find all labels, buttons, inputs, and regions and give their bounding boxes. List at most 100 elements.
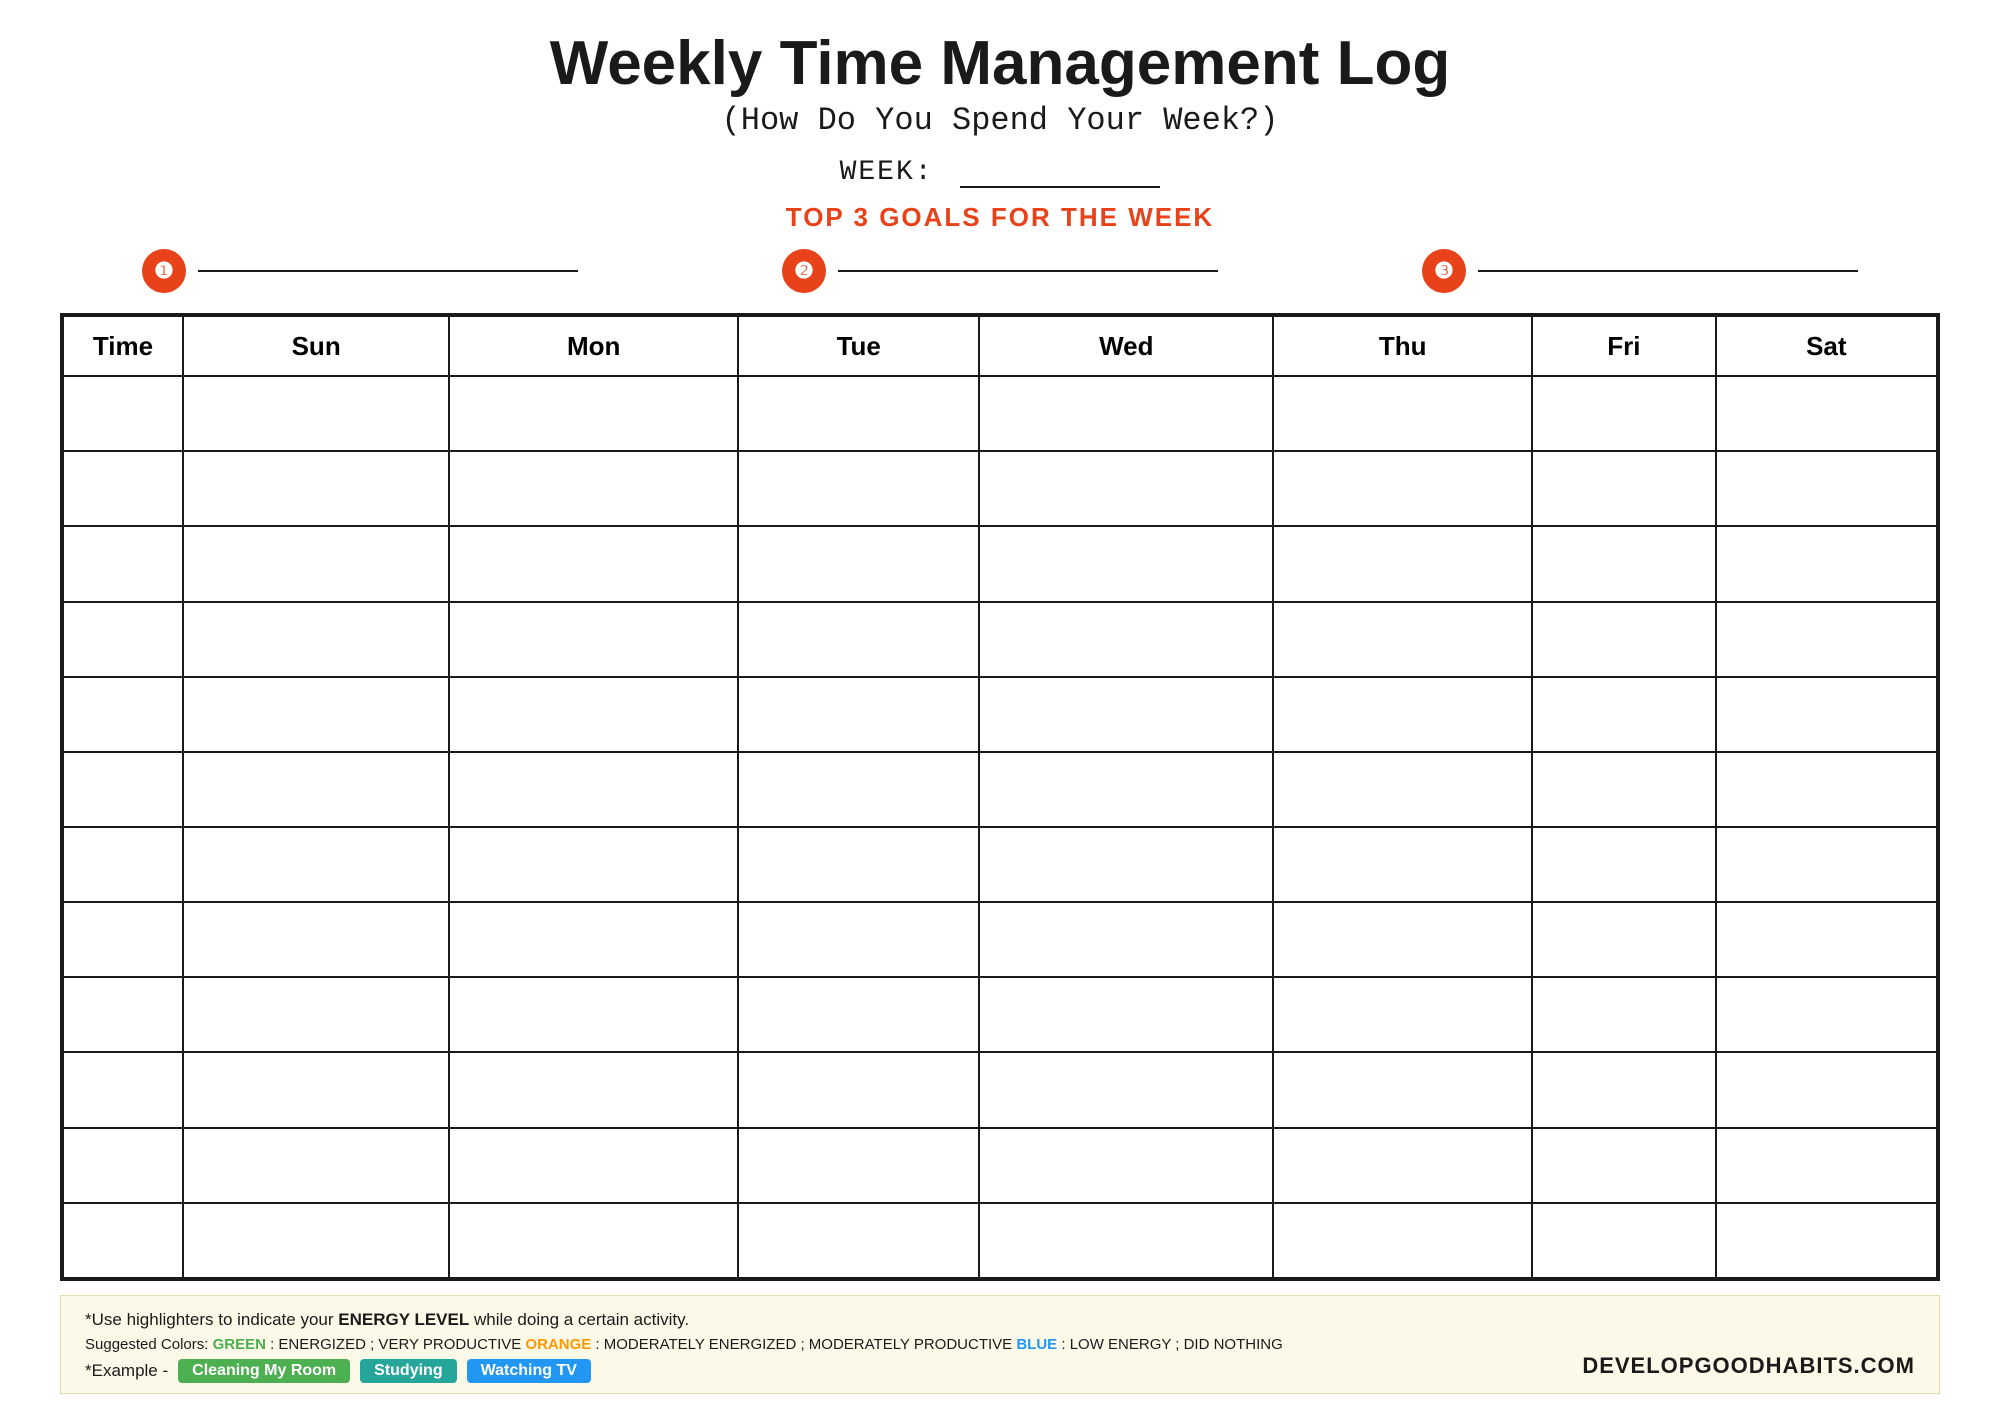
day-cell[interactable] (738, 602, 979, 677)
day-cell[interactable] (449, 1203, 738, 1278)
day-cell[interactable] (1716, 1128, 1937, 1203)
day-cell[interactable] (449, 376, 738, 451)
day-cell[interactable] (1532, 376, 1716, 451)
day-cell[interactable] (979, 827, 1273, 902)
day-cell[interactable] (1273, 677, 1532, 752)
day-cell[interactable] (1273, 376, 1532, 451)
day-cell[interactable] (1716, 752, 1937, 827)
day-cell[interactable] (738, 1203, 979, 1278)
day-cell[interactable] (1716, 602, 1937, 677)
day-cell[interactable] (979, 1203, 1273, 1278)
time-cell[interactable] (63, 1203, 183, 1278)
table-row (63, 1128, 1937, 1203)
day-cell[interactable] (738, 451, 979, 526)
day-cell[interactable] (1716, 827, 1937, 902)
day-cell[interactable] (449, 526, 738, 601)
day-cell[interactable] (979, 451, 1273, 526)
day-cell[interactable] (183, 526, 449, 601)
day-cell[interactable] (1273, 1052, 1532, 1127)
day-cell[interactable] (979, 902, 1273, 977)
day-cell[interactable] (1716, 1203, 1937, 1278)
day-cell[interactable] (183, 602, 449, 677)
day-cell[interactable] (738, 1128, 979, 1203)
day-cell[interactable] (979, 1128, 1273, 1203)
day-cell[interactable] (1532, 902, 1716, 977)
day-cell[interactable] (1716, 376, 1937, 451)
day-cell[interactable] (1532, 526, 1716, 601)
day-cell[interactable] (449, 752, 738, 827)
day-cell[interactable] (738, 677, 979, 752)
day-cell[interactable] (183, 902, 449, 977)
day-cell[interactable] (1532, 1128, 1716, 1203)
day-cell[interactable] (1532, 827, 1716, 902)
day-cell[interactable] (738, 752, 979, 827)
time-cell[interactable] (63, 451, 183, 526)
day-cell[interactable] (449, 451, 738, 526)
day-cell[interactable] (738, 902, 979, 977)
day-cell[interactable] (183, 1052, 449, 1127)
day-cell[interactable] (183, 977, 449, 1052)
time-cell[interactable] (63, 526, 183, 601)
day-cell[interactable] (1273, 977, 1532, 1052)
time-cell[interactable] (63, 376, 183, 451)
day-cell[interactable] (183, 752, 449, 827)
time-cell[interactable] (63, 752, 183, 827)
day-cell[interactable] (183, 1203, 449, 1278)
table-row (63, 752, 1937, 827)
day-cell[interactable] (183, 1128, 449, 1203)
day-cell[interactable] (979, 977, 1273, 1052)
day-cell[interactable] (1273, 451, 1532, 526)
time-cell[interactable] (63, 677, 183, 752)
day-cell[interactable] (979, 1052, 1273, 1127)
day-cell[interactable] (183, 451, 449, 526)
day-cell[interactable] (738, 827, 979, 902)
day-cell[interactable] (979, 602, 1273, 677)
day-cell[interactable] (1532, 451, 1716, 526)
day-cell[interactable] (1273, 1203, 1532, 1278)
day-cell[interactable] (738, 977, 979, 1052)
day-cell[interactable] (738, 526, 979, 601)
time-cell[interactable] (63, 1128, 183, 1203)
day-cell[interactable] (1716, 526, 1937, 601)
day-cell[interactable] (1273, 902, 1532, 977)
day-cell[interactable] (183, 376, 449, 451)
day-cell[interactable] (449, 1052, 738, 1127)
day-cell[interactable] (1273, 1128, 1532, 1203)
day-cell[interactable] (738, 1052, 979, 1127)
day-cell[interactable] (1532, 602, 1716, 677)
day-cell[interactable] (1716, 677, 1937, 752)
day-cell[interactable] (1273, 602, 1532, 677)
time-cell[interactable] (63, 977, 183, 1052)
day-cell[interactable] (1273, 526, 1532, 601)
time-cell[interactable] (63, 602, 183, 677)
day-cell[interactable] (738, 376, 979, 451)
day-cell[interactable] (1532, 977, 1716, 1052)
day-cell[interactable] (1273, 827, 1532, 902)
day-cell[interactable] (1532, 1052, 1716, 1127)
day-cell[interactable] (979, 677, 1273, 752)
day-cell[interactable] (1273, 752, 1532, 827)
time-cell[interactable] (63, 1052, 183, 1127)
day-cell[interactable] (183, 677, 449, 752)
day-cell[interactable] (979, 752, 1273, 827)
day-cell[interactable] (1716, 977, 1937, 1052)
day-cell[interactable] (449, 977, 738, 1052)
day-cell[interactable] (449, 827, 738, 902)
day-cell[interactable] (449, 1128, 738, 1203)
day-cell[interactable] (979, 526, 1273, 601)
day-cell[interactable] (183, 827, 449, 902)
day-cell[interactable] (1532, 677, 1716, 752)
table-row (63, 677, 1937, 752)
table-row (63, 827, 1937, 902)
day-cell[interactable] (449, 902, 738, 977)
day-cell[interactable] (449, 602, 738, 677)
day-cell[interactable] (1532, 752, 1716, 827)
time-cell[interactable] (63, 827, 183, 902)
day-cell[interactable] (1716, 451, 1937, 526)
day-cell[interactable] (449, 677, 738, 752)
day-cell[interactable] (1716, 1052, 1937, 1127)
day-cell[interactable] (1716, 902, 1937, 977)
day-cell[interactable] (979, 376, 1273, 451)
day-cell[interactable] (1532, 1203, 1716, 1278)
time-cell[interactable] (63, 902, 183, 977)
